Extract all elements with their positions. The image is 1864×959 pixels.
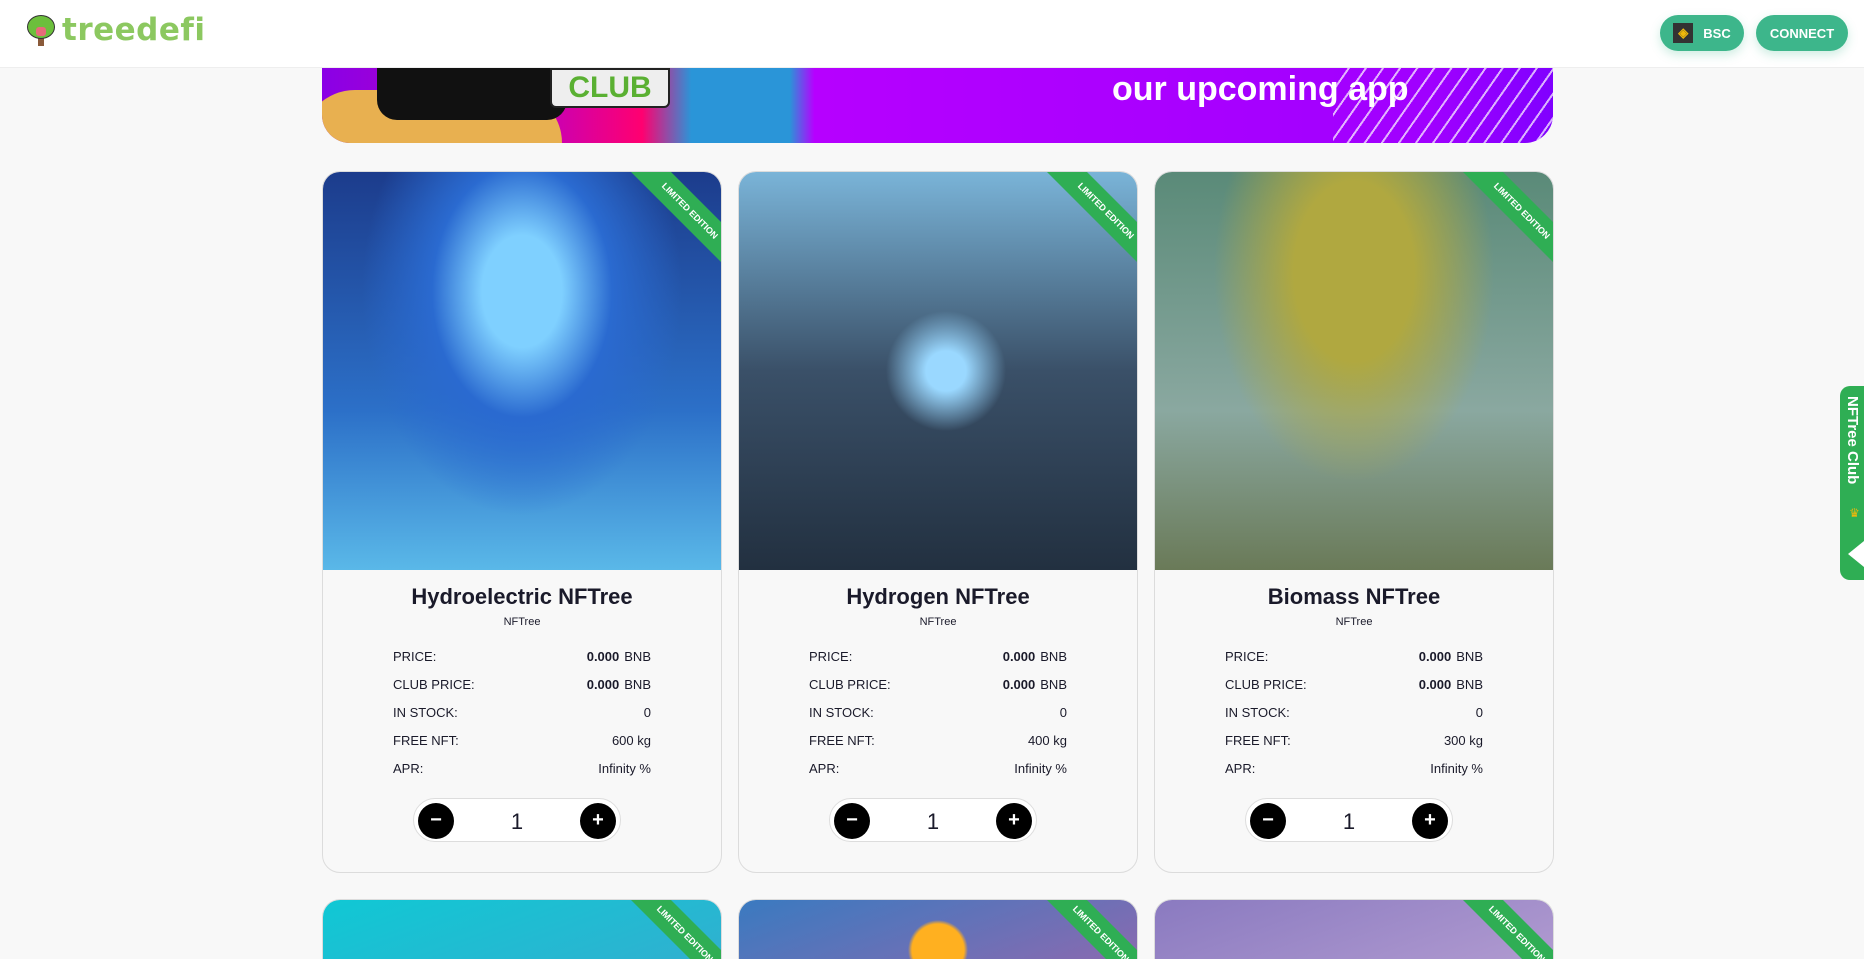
club-price-row: CLUB PRICE: 0.000 BNB	[393, 670, 651, 698]
free-nft-row: FREE NFT: 400 kg	[809, 726, 1067, 754]
free-nft-row: FREE NFT: 600 kg	[393, 726, 651, 754]
quantity-input[interactable]: 1	[870, 809, 996, 835]
logo[interactable]: treedefi	[26, 12, 206, 48]
quantity-stepper: − 1 +	[829, 798, 1037, 842]
apr-label: APR:	[393, 760, 424, 776]
network-button[interactable]: ◈ BSC	[1660, 15, 1744, 51]
club-tab-label: NFTree Club	[1844, 396, 1861, 485]
limited-edition-ribbon: LIMITED EDITION	[1047, 172, 1137, 262]
nft-type: NFTree	[503, 616, 541, 628]
increase-button[interactable]: +	[996, 803, 1032, 839]
nft-card[interactable]: LIMITED EDITION	[322, 899, 722, 959]
currency: BNB	[1456, 676, 1483, 692]
stock-label: IN STOCK:	[809, 704, 874, 720]
club-price-row: CLUB PRICE: 0.000 BNB	[1225, 670, 1483, 698]
price-label: PRICE:	[809, 648, 853, 664]
club-price-value: 0.000	[1418, 676, 1452, 692]
price-value: 0.000	[586, 648, 620, 664]
decrease-button[interactable]: −	[418, 803, 454, 839]
stock-value: 0	[1059, 704, 1067, 720]
banner-club-badge: CLUB	[550, 68, 670, 108]
nft-title: Hydroelectric NFTree	[411, 584, 633, 609]
crown-icon: ♛	[1849, 506, 1860, 520]
currency: BNB	[624, 648, 651, 664]
stock-value: 0	[1475, 704, 1483, 720]
stock-row: IN STOCK: 0	[1225, 698, 1483, 726]
network-label: BSC	[1703, 25, 1731, 41]
decrease-button[interactable]: −	[1250, 803, 1286, 839]
nft-type: NFTree	[919, 616, 957, 628]
nft-card[interactable]: LIMITED EDITION	[1154, 899, 1554, 959]
tag-icon	[1848, 541, 1864, 567]
club-price-label: CLUB PRICE:	[1225, 676, 1307, 692]
stock-value: 0	[643, 704, 651, 720]
nft-card[interactable]: LIMITED EDITION	[738, 899, 1138, 959]
nft-type: NFTree	[1335, 616, 1373, 628]
club-price-label: CLUB PRICE:	[393, 676, 475, 692]
nft-card[interactable]: LIMITED EDITION Hydrogen NFTree NFTree P…	[738, 171, 1138, 873]
free-nft-value: 600 kg	[611, 732, 651, 748]
banner-bag-image	[377, 68, 567, 120]
currency: BNB	[1040, 676, 1067, 692]
stock-row: IN STOCK: 0	[393, 698, 651, 726]
quantity-input[interactable]: 1	[1286, 809, 1412, 835]
limited-edition-ribbon: LIMITED EDITION	[1047, 900, 1137, 959]
free-nft-value: 300 kg	[1443, 732, 1483, 748]
apr-label: APR:	[809, 760, 840, 776]
decrease-button[interactable]: −	[834, 803, 870, 839]
increase-button[interactable]: +	[1412, 803, 1448, 839]
apr-row: APR: Infinity %	[1225, 754, 1483, 782]
club-price-value: 0.000	[586, 676, 620, 692]
brand-name: treedefi	[62, 12, 206, 48]
quantity-input[interactable]: 1	[454, 809, 580, 835]
price-label: PRICE:	[1225, 648, 1269, 664]
limited-edition-ribbon: LIMITED EDITION	[631, 900, 721, 959]
currency: BNB	[1040, 648, 1067, 664]
connect-button[interactable]: CONNECT	[1756, 15, 1848, 51]
increase-button[interactable]: +	[580, 803, 616, 839]
quantity-stepper: − 1 +	[413, 798, 621, 842]
club-price-row: CLUB PRICE: 0.000 BNB	[809, 670, 1067, 698]
stock-label: IN STOCK:	[1225, 704, 1290, 720]
free-nft-label: FREE NFT:	[393, 732, 459, 748]
limited-edition-ribbon: LIMITED EDITION	[631, 172, 721, 262]
price-value: 0.000	[1002, 648, 1036, 664]
header: treedefi ◈ BSC CONNECT	[0, 0, 1864, 68]
price-row: PRICE: 0.000 BNB	[393, 642, 651, 670]
apr-value: Infinity %	[1430, 760, 1483, 776]
tree-mascot-icon	[26, 13, 56, 47]
club-price-value: 0.000	[1002, 676, 1036, 692]
nft-card[interactable]: LIMITED EDITION Hydroelectric NFTree NFT…	[322, 171, 722, 873]
limited-edition-ribbon: LIMITED EDITION	[1463, 172, 1553, 262]
free-nft-value: 400 kg	[1027, 732, 1067, 748]
price-row: PRICE: 0.000 BNB	[809, 642, 1067, 670]
currency: BNB	[1456, 648, 1483, 664]
nft-card[interactable]: LIMITED EDITION Biomass NFTree NFTree PR…	[1154, 171, 1554, 873]
free-nft-row: FREE NFT: 300 kg	[1225, 726, 1483, 754]
nft-title: Hydrogen NFTree	[846, 584, 1030, 609]
club-price-label: CLUB PRICE:	[809, 676, 891, 692]
quantity-stepper: − 1 +	[1245, 798, 1453, 842]
currency: BNB	[624, 676, 651, 692]
stock-row: IN STOCK: 0	[809, 698, 1067, 726]
price-row: PRICE: 0.000 BNB	[1225, 642, 1483, 670]
apr-value: Infinity %	[598, 760, 651, 776]
banner-text: our upcoming app	[1112, 70, 1409, 108]
nft-title: Biomass NFTree	[1267, 584, 1441, 609]
stock-label: IN STOCK:	[393, 704, 458, 720]
price-value: 0.000	[1418, 648, 1452, 664]
apr-label: APR:	[1225, 760, 1256, 776]
apr-row: APR: Infinity %	[809, 754, 1067, 782]
apr-row: APR: Infinity %	[393, 754, 651, 782]
nftree-club-tab[interactable]: NFTree Club ♛	[1840, 386, 1864, 580]
promo-banner[interactable]: CLUB our upcoming app	[322, 68, 1553, 143]
free-nft-label: FREE NFT:	[1225, 732, 1291, 748]
free-nft-label: FREE NFT:	[809, 732, 875, 748]
price-label: PRICE:	[393, 648, 437, 664]
apr-value: Infinity %	[1014, 760, 1067, 776]
bnb-icon: ◈	[1673, 23, 1694, 43]
limited-edition-ribbon: LIMITED EDITION	[1463, 900, 1553, 959]
